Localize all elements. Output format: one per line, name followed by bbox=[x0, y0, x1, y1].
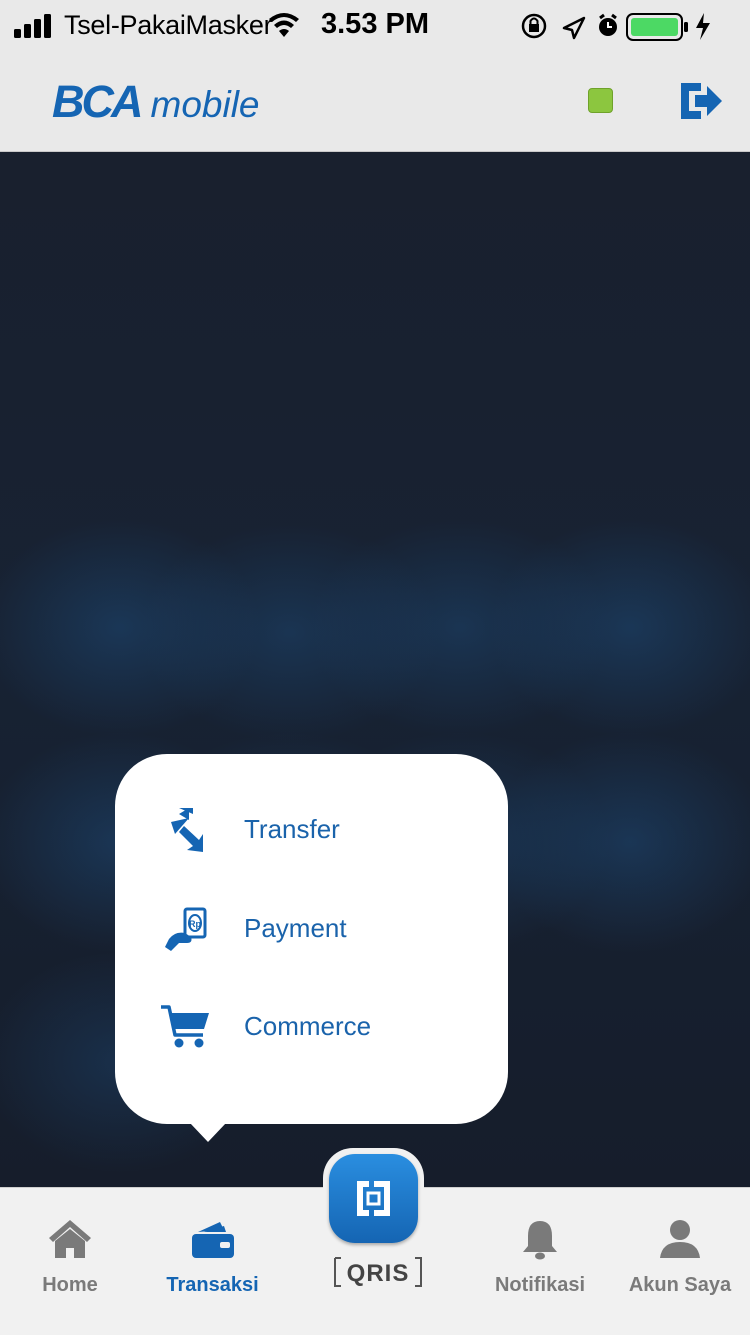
bca-mobile-logo: BCA mobile bbox=[52, 76, 260, 128]
nav-akun-saya-label: Akun Saya bbox=[628, 1274, 732, 1296]
logo-bca-text: BCA bbox=[52, 76, 143, 127]
qris-icon bbox=[357, 1181, 390, 1216]
bell-icon bbox=[523, 1221, 557, 1260]
status-icons bbox=[521, 13, 710, 41]
status-bar: Tsel-PakaiMasker 3.53 PM bbox=[0, 0, 750, 52]
nav-home[interactable]: Home bbox=[0, 1188, 140, 1335]
transfer-icon bbox=[171, 808, 203, 852]
payment-icon: Rp bbox=[165, 907, 207, 951]
qris-label-text: QRIS bbox=[347, 1260, 410, 1287]
user-icon bbox=[660, 1220, 700, 1258]
alarm-icon bbox=[599, 13, 617, 36]
menu-item-payment-label: Payment bbox=[244, 913, 347, 943]
qris-button-face bbox=[329, 1154, 418, 1243]
rotation-lock-icon bbox=[521, 13, 547, 39]
qris-button[interactable] bbox=[323, 1148, 424, 1249]
popup-pointer bbox=[190, 1123, 226, 1142]
nav-home-label: Home bbox=[42, 1274, 98, 1296]
location-icon bbox=[562, 16, 586, 40]
logo-mobile-text: mobile bbox=[150, 84, 260, 125]
menu-item-commerce-label: Commerce bbox=[244, 1011, 372, 1041]
nav-akun-saya[interactable]: Akun Saya bbox=[610, 1188, 750, 1335]
nav-notifikasi[interactable]: Notifikasi bbox=[470, 1188, 610, 1335]
menu-item-transfer[interactable]: Transfer bbox=[159, 800, 479, 860]
app-header: BCA mobile bbox=[0, 52, 750, 152]
nav-notifikasi-label: Notifikasi bbox=[494, 1274, 586, 1296]
menu-item-transfer-label: Transfer bbox=[244, 814, 340, 844]
wallet-icon bbox=[191, 1222, 234, 1258]
charging-icon bbox=[696, 13, 710, 40]
logout-icon[interactable] bbox=[679, 81, 723, 121]
svg-text:Rp: Rp bbox=[189, 919, 201, 929]
battery-icon bbox=[626, 13, 688, 41]
nav-transaksi-label: Transaksi bbox=[166, 1274, 259, 1296]
transaksi-popup-menu: Transfer Rp Payment Commerce bbox=[115, 754, 508, 1142]
qris-label: QRIS bbox=[333, 1256, 423, 1293]
connection-status-indicator bbox=[588, 88, 613, 113]
qris-wordmark: QRIS bbox=[334, 1257, 422, 1287]
home-icon bbox=[49, 1220, 91, 1258]
nav-transaksi[interactable]: Transaksi bbox=[140, 1188, 285, 1335]
menu-item-payment[interactable]: Rp Payment bbox=[159, 899, 479, 959]
cart-icon bbox=[161, 1005, 209, 1048]
menu-item-commerce[interactable]: Commerce bbox=[159, 997, 479, 1057]
